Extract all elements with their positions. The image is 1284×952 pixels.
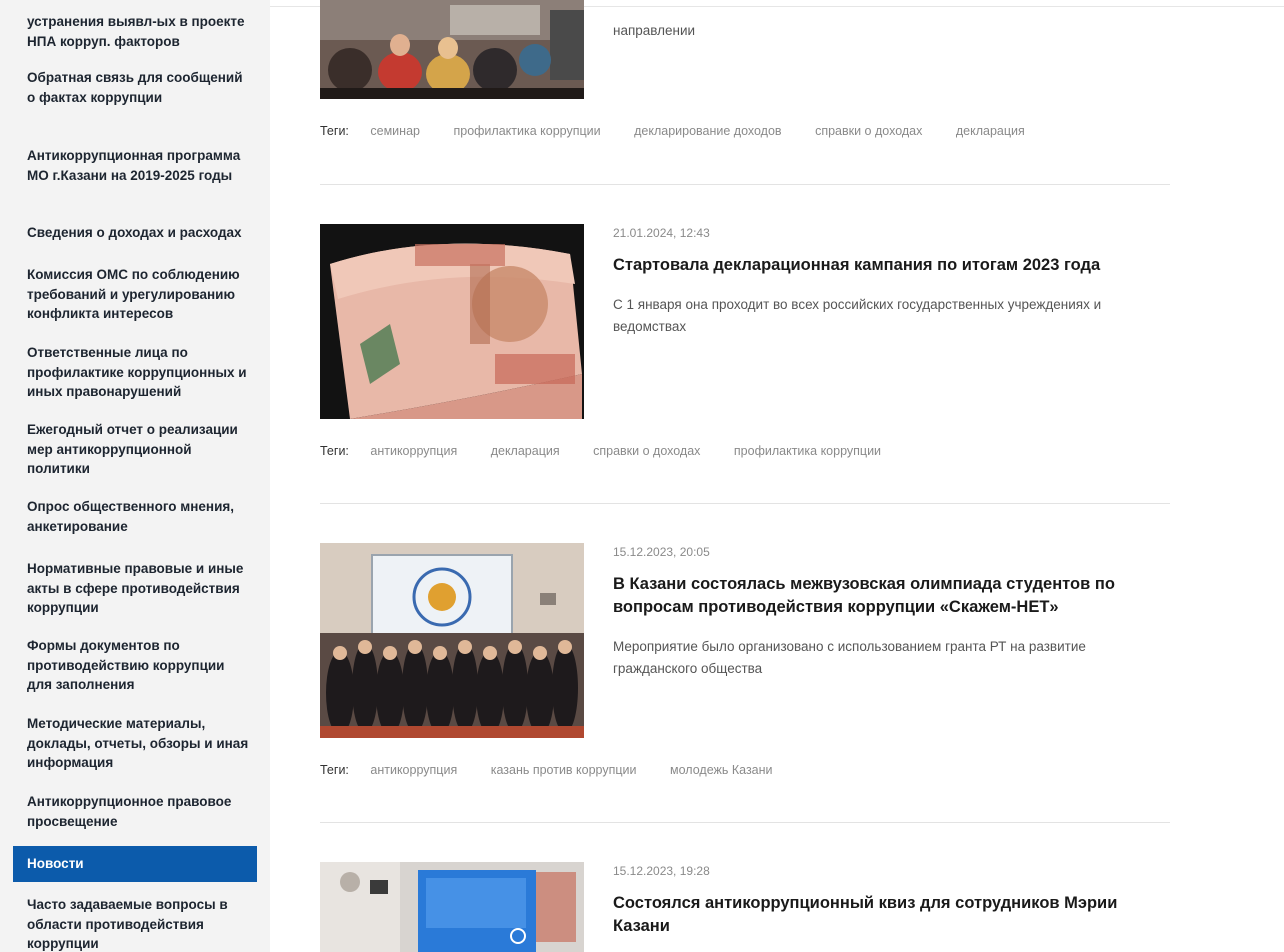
- seminar-photo-icon: [320, 0, 584, 99]
- quiz-photo-icon: [320, 862, 584, 952]
- news-desc-seminar: направлении: [613, 23, 696, 38]
- sidebar-item-news[interactable]: Новости: [13, 846, 257, 882]
- tag-link[interactable]: декларирование доходов: [634, 124, 781, 138]
- sidebar-item-responsible-persons[interactable]: Ответственные лица по профилактике корру…: [27, 343, 252, 402]
- news-separator: [320, 503, 1170, 504]
- group-photo-icon: [320, 543, 584, 738]
- news-title-olympiad[interactable]: В Казани состоялась межвузовская олимпиа…: [613, 573, 1173, 619]
- sidebar-item-document-forms[interactable]: Формы документов по противодействию корр…: [27, 636, 252, 695]
- news-date: 15.12.2023, 20:05: [613, 545, 710, 559]
- news-separator: [320, 184, 1170, 185]
- news-date: 15.12.2023, 19:28: [613, 864, 710, 878]
- sidebar-item-annual-report[interactable]: Ежегодный отчет о реализации мер антикор…: [27, 420, 252, 479]
- news-image-quiz[interactable]: [320, 862, 584, 952]
- news-desc-olympiad: Мероприятие было организовано с использо…: [613, 639, 1086, 676]
- sidebar-item-faq[interactable]: Часто задаваемые вопросы в области проти…: [27, 895, 252, 952]
- sidebar-item-anticorruption-program[interactable]: Антикоррупционная программа МО г.Казани …: [27, 146, 252, 185]
- banknote-photo-icon: [320, 224, 584, 419]
- news-date: 21.01.2024, 12:43: [613, 226, 710, 240]
- news-image-olympiad[interactable]: [320, 543, 584, 738]
- tag-link[interactable]: семинар: [370, 124, 420, 138]
- tags-row-seminar: Теги: семинар профилактика коррупции дек…: [320, 124, 1055, 138]
- tag-link[interactable]: декларация: [956, 124, 1025, 138]
- tag-link[interactable]: справки о доходах: [815, 124, 922, 138]
- sidebar-item-commission[interactable]: Комиссия ОМС по соблюдению требований и …: [27, 265, 252, 324]
- news-separator: [320, 822, 1170, 823]
- sidebar-item-income-info[interactable]: Сведения о доходах и расходах: [27, 223, 252, 243]
- sidebar-item-normative-acts[interactable]: Нормативные правовые и иные акты в сфере…: [27, 559, 252, 618]
- tags-label: Теги:: [320, 444, 349, 458]
- tag-link[interactable]: молодежь Казани: [670, 763, 773, 777]
- tags-row-declaration: Теги: антикоррупция декларация справки о…: [320, 444, 911, 458]
- sidebar-item-legal-education[interactable]: Антикоррупционное правовое просвещение: [27, 792, 252, 831]
- sidebar-nav: устранения выявл-ых в проекте НПА корруп…: [0, 0, 270, 952]
- tag-link[interactable]: казань против коррупции: [491, 763, 637, 777]
- sidebar-item-public-opinion[interactable]: Опрос общественного мнения, анкетировани…: [27, 497, 252, 536]
- news-title-declaration[interactable]: Стартовала декларационная кампания по ит…: [613, 254, 1173, 277]
- tag-link[interactable]: антикоррупция: [370, 763, 457, 777]
- sidebar-item-methodical-materials[interactable]: Методические материалы, доклады, отчеты,…: [27, 714, 252, 773]
- news-image-declaration[interactable]: [320, 224, 584, 419]
- tag-link[interactable]: профилактика коррупции: [453, 124, 600, 138]
- tag-link[interactable]: антикоррупция: [370, 444, 457, 458]
- tags-label: Теги:: [320, 763, 349, 777]
- tag-link[interactable]: профилактика коррупции: [734, 444, 881, 458]
- tag-link[interactable]: декларация: [491, 444, 560, 458]
- tag-link[interactable]: справки о доходах: [593, 444, 700, 458]
- sidebar-item-feedback[interactable]: Обратная связь для сообщений о фактах ко…: [27, 68, 252, 107]
- news-desc-declaration: С 1 января она проходит во всех российск…: [613, 297, 1102, 334]
- tags-row-olympiad: Теги: антикоррупция казань против корруп…: [320, 763, 803, 777]
- sidebar-item-npa-expertise[interactable]: устранения выявл-ых в проекте НПА корруп…: [27, 12, 252, 51]
- news-title-quiz[interactable]: Состоялся антикоррупционный квиз для сот…: [613, 892, 1173, 938]
- tags-label: Теги:: [320, 124, 349, 138]
- news-image-seminar[interactable]: [320, 0, 584, 99]
